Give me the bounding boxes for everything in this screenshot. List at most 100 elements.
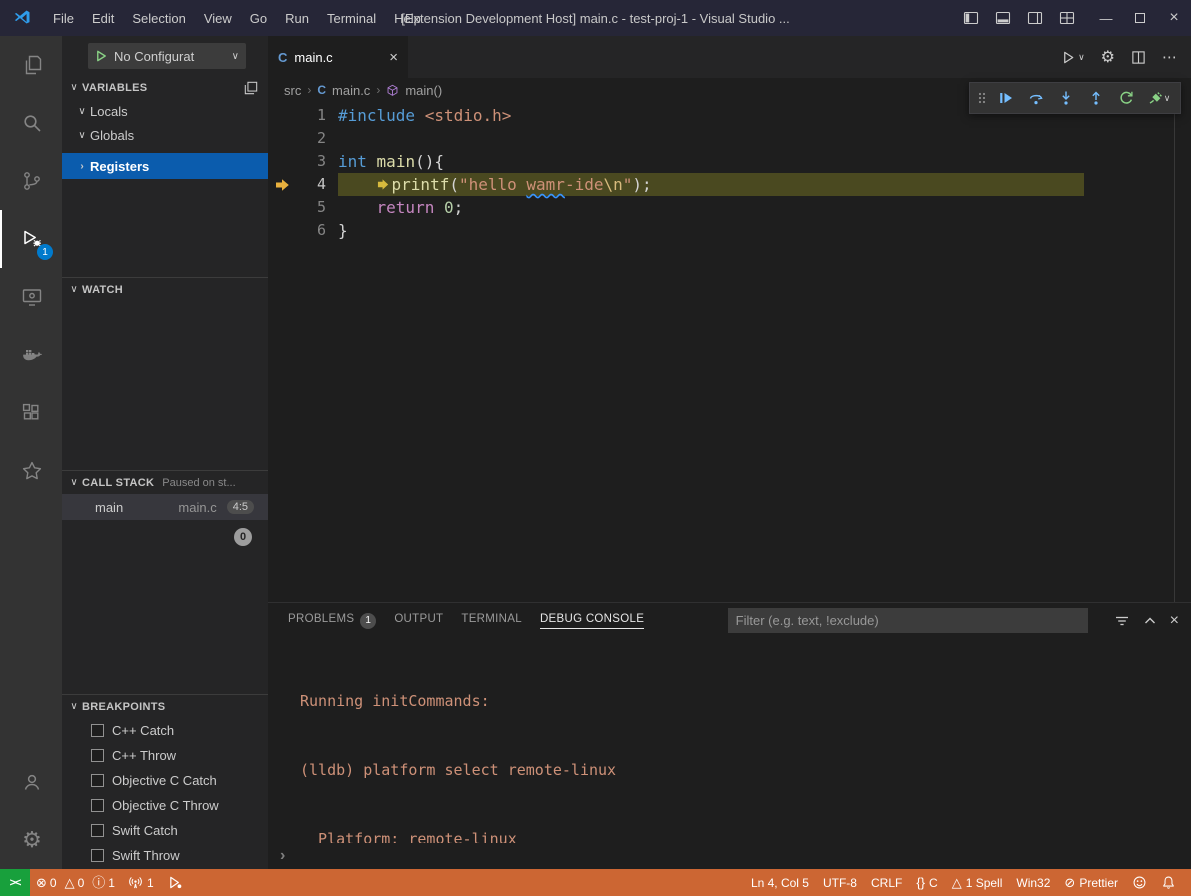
- menu-terminal[interactable]: Terminal: [318, 11, 385, 26]
- explorer-icon[interactable]: [0, 36, 62, 94]
- menu-file[interactable]: File: [44, 11, 83, 26]
- start-debugging-icon[interactable]: [95, 49, 108, 63]
- breakpoint-row[interactable]: Objective C Catch: [62, 768, 268, 793]
- breakpoint-row[interactable]: Objective C Throw: [62, 793, 268, 818]
- more-actions-icon[interactable]: ⋯: [1162, 48, 1177, 66]
- step-over-button[interactable]: [1022, 84, 1050, 112]
- debug-status[interactable]: [161, 869, 190, 896]
- menu-run[interactable]: Run: [276, 11, 318, 26]
- checkbox[interactable]: [91, 724, 104, 737]
- close-panel-icon[interactable]: ×: [1170, 612, 1179, 630]
- maximize-button[interactable]: [1123, 0, 1157, 36]
- close-window-button[interactable]: ×: [1157, 0, 1191, 36]
- remote-explorer-icon[interactable]: [0, 268, 62, 326]
- breakpoint-label: C++ Throw: [112, 748, 176, 763]
- activity-bar: 1 ⚙: [0, 36, 62, 869]
- encoding[interactable]: UTF-8: [816, 869, 864, 896]
- variables-locals-row[interactable]: ∨ Locals: [62, 99, 268, 123]
- extensions-icon[interactable]: [0, 384, 62, 442]
- paused-column-marker-icon: [377, 178, 390, 191]
- drag-handle-icon[interactable]: [974, 84, 990, 112]
- accounts-icon[interactable]: [0, 753, 62, 811]
- checkbox[interactable]: [91, 799, 104, 812]
- breakpoint-gutter[interactable]: [268, 104, 298, 127]
- toggle-panel-icon[interactable]: [995, 0, 1011, 36]
- tab-main-c[interactable]: C main.c ×: [268, 36, 408, 78]
- disconnect-button[interactable]: ∨: [1142, 84, 1176, 112]
- variables-section-header[interactable]: ∨ VARIABLES: [62, 76, 268, 99]
- code-editor[interactable]: 1 #include <stdio.h> 2 3 int main(){: [268, 102, 1191, 602]
- cursor-position[interactable]: Ln 4, Col 5: [744, 869, 816, 896]
- watch-section-header[interactable]: ∨ WATCH: [62, 278, 268, 301]
- remote-indicator[interactable]: ><: [0, 869, 30, 896]
- call-stack-section-header[interactable]: ∨ CALL STACK Paused on st...: [62, 471, 268, 494]
- tab-terminal[interactable]: TERMINAL: [461, 603, 522, 638]
- warning-icon: △: [952, 876, 962, 889]
- filter-icon[interactable]: [1114, 613, 1130, 629]
- current-line-arrow-icon[interactable]: [268, 173, 298, 196]
- breakpoint-gutter[interactable]: [268, 196, 298, 219]
- checkbox[interactable]: [91, 774, 104, 787]
- step-into-button[interactable]: [1052, 84, 1080, 112]
- source-control-icon[interactable]: [0, 152, 62, 210]
- breakpoint-row[interactable]: C++ Throw: [62, 743, 268, 768]
- debug-console-output: Running initCommands: (lldb) platform se…: [268, 638, 1191, 843]
- run-file-button[interactable]: ∨: [1061, 50, 1085, 65]
- stack-frame-row[interactable]: main main.c 4:5: [62, 494, 268, 520]
- problems-status[interactable]: ⊗0 △0 ⓘ1: [30, 876, 121, 890]
- breakpoint-gutter[interactable]: [268, 219, 298, 242]
- tree-label: Locals: [90, 104, 128, 119]
- toggle-sidebar-icon[interactable]: [963, 0, 979, 36]
- debug-config-dropdown[interactable]: No Configurat ∨: [88, 43, 246, 69]
- menu-edit[interactable]: Edit: [83, 11, 123, 26]
- breadcrumb-file[interactable]: main.c: [332, 83, 370, 98]
- spell-checker-status[interactable]: △1 Spell: [945, 869, 1010, 896]
- open-in-panel-icon[interactable]: [244, 81, 258, 95]
- restart-button[interactable]: [1112, 84, 1140, 112]
- checkbox[interactable]: [91, 849, 104, 862]
- split-editor-icon[interactable]: [1131, 50, 1146, 65]
- tab-debug-console[interactable]: DEBUG CONSOLE: [540, 603, 644, 638]
- variables-registers-row[interactable]: › Registers: [62, 153, 268, 179]
- breakpoint-row[interactable]: Swift Catch: [62, 818, 268, 843]
- docker-icon[interactable]: [0, 326, 62, 384]
- customize-layout-icon[interactable]: [1059, 0, 1075, 36]
- breakpoints-section-header[interactable]: ∨ BREAKPOINTS: [62, 695, 268, 718]
- forwarded-ports-status[interactable]: 1: [121, 869, 161, 896]
- menu-selection[interactable]: Selection: [123, 11, 194, 26]
- continue-button[interactable]: [992, 84, 1020, 112]
- minimize-button[interactable]: —: [1089, 0, 1123, 36]
- toggle-secondary-sidebar-icon[interactable]: [1027, 0, 1043, 36]
- debug-console-input[interactable]: ›: [268, 843, 1191, 869]
- search-icon[interactable]: [0, 94, 62, 152]
- star-icon[interactable]: [0, 442, 62, 500]
- feedback-smiley-icon[interactable]: [1125, 869, 1154, 896]
- notifications-bell-icon[interactable]: [1154, 869, 1183, 896]
- tab-problems[interactable]: PROBLEMS 1: [288, 603, 376, 638]
- run-and-debug-icon[interactable]: 1: [0, 210, 62, 268]
- breakpoint-row[interactable]: Swift Throw: [62, 843, 268, 868]
- formatter-status[interactable]: ⊘Prettier: [1057, 869, 1125, 896]
- checkbox[interactable]: [91, 824, 104, 837]
- breadcrumb-folder[interactable]: src: [284, 83, 301, 98]
- breakpoint-gutter[interactable]: [268, 127, 298, 150]
- menu-go[interactable]: Go: [241, 11, 276, 26]
- checkbox[interactable]: [91, 749, 104, 762]
- breakpoint-gutter[interactable]: [268, 150, 298, 173]
- breakpoint-row[interactable]: C++ Catch: [62, 718, 268, 743]
- maximize-panel-icon[interactable]: [1142, 613, 1158, 629]
- tab-output[interactable]: OUTPUT: [394, 603, 443, 638]
- breadcrumb-separator-icon: ›: [376, 83, 380, 97]
- variables-globals-row[interactable]: ∨ Globals: [62, 123, 268, 147]
- settings-gear-icon[interactable]: ⚙: [0, 811, 62, 869]
- language-mode[interactable]: {}C: [909, 869, 944, 896]
- editor-settings-icon[interactable]: ⚙: [1101, 47, 1115, 67]
- platform-indicator[interactable]: Win32: [1009, 869, 1057, 896]
- console-filter-input[interactable]: [728, 608, 1088, 633]
- breadcrumb-symbol[interactable]: main(): [405, 83, 442, 98]
- menu-view[interactable]: View: [195, 11, 241, 26]
- step-out-button[interactable]: [1082, 84, 1110, 112]
- circle-slash-icon: ⊘: [1064, 876, 1075, 889]
- close-tab-icon[interactable]: ×: [389, 49, 398, 66]
- eol-indicator[interactable]: CRLF: [864, 869, 909, 896]
